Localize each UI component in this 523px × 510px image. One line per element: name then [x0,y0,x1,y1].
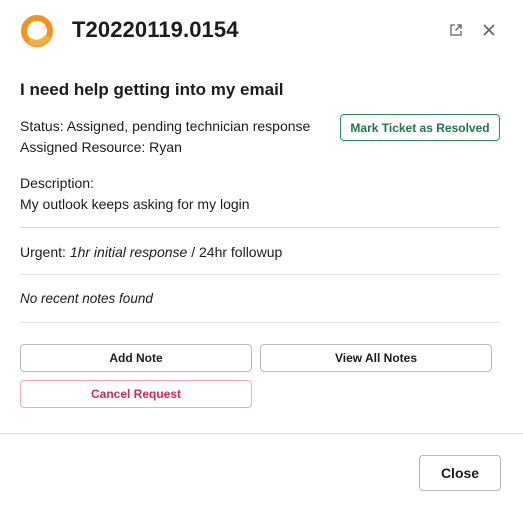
mark-resolved-button[interactable]: Mark Ticket as Resolved [340,114,500,141]
close-button[interactable]: Close [419,455,501,491]
close-icon[interactable] [478,19,500,41]
priority-separator: / [191,244,196,260]
notes-status: No recent notes found [20,291,153,306]
priority-line: Urgent: 1hr initial response / 24hr foll… [20,244,282,260]
modal-header: T20220119.0154 [0,0,523,62]
description-text: My outlook keeps asking for my login [20,196,250,212]
ticket-status: Status: Assigned, pending technician res… [20,118,311,134]
orange-ring-logo-icon [20,14,54,48]
divider [20,322,500,323]
ticket-modal: T20220119.0154 I need help getting into … [0,0,523,510]
description-label: Description: [20,175,94,191]
ticket-subject: I need help getting into my email [20,80,284,99]
cancel-request-button[interactable]: Cancel Request [20,380,252,408]
divider [20,227,500,228]
add-note-button[interactable]: Add Note [20,344,252,372]
initial-response-time: 1hr initial response [69,244,188,260]
followup-time: 24hr followup [199,244,283,260]
divider [20,274,500,275]
priority-label: Urgent: [20,244,66,260]
external-link-icon[interactable] [445,19,467,41]
footer-divider [0,433,523,434]
view-all-notes-button[interactable]: View All Notes [260,344,492,372]
assigned-resource: Assigned Resource: Ryan [20,139,182,155]
ticket-id-title: T20220119.0154 [72,17,239,42]
